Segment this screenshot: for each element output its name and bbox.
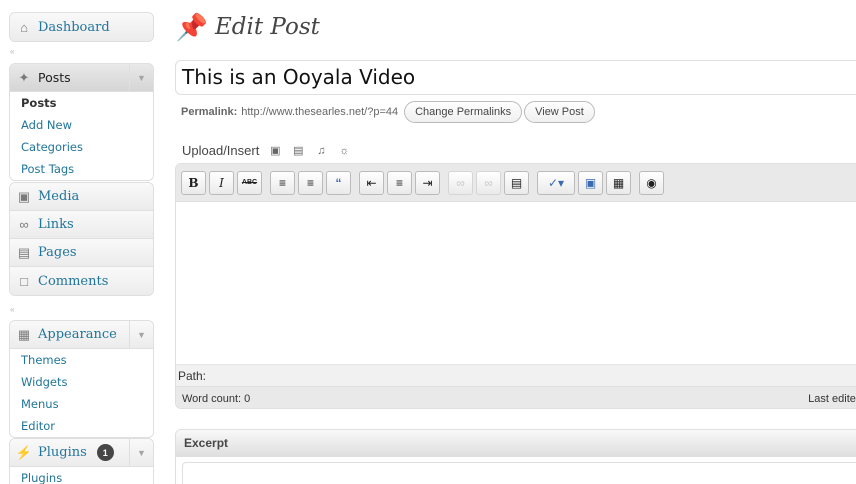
upload-insert-label: Upload/Insert	[182, 143, 260, 158]
menu-links[interactable]: ∞ Links	[10, 211, 153, 239]
menu-media-label: Media	[38, 189, 80, 204]
submenu-item-editor[interactable]: Editor	[10, 415, 153, 437]
menu-comments-label: Comments	[38, 273, 109, 289]
menu-appearance-head[interactable]: ▦ Appearance ▼	[10, 321, 153, 349]
menu-posts: ✦ Posts ▼ Posts Add New Categories Post …	[9, 63, 154, 181]
permalink-label: Permalink:	[181, 106, 238, 118]
view-post-button[interactable]: View Post	[524, 101, 595, 123]
submenu-item-add-new[interactable]: Add New	[10, 114, 153, 136]
ooyala-video-icon[interactable]: ◉	[639, 170, 664, 195]
add-media-icon[interactable]: ☼	[337, 144, 351, 158]
post-editor: B I ABC ≡ ≡ “ ⇤ ≡ ⇥ ∞ ∞ ▤ ✓▾ ▣ ▦ ◉ Path:…	[175, 163, 856, 409]
path-label: Path:	[178, 369, 207, 383]
update-count-badge: 1	[96, 444, 114, 461]
menu-pages[interactable]: ▤ Pages	[10, 239, 153, 267]
page-title: Edit Post	[215, 14, 320, 40]
menu-plugins-head[interactable]: ⚡ Plugins 1 ▼	[10, 439, 153, 467]
align-left-button[interactable]: ⇤	[359, 170, 384, 195]
word-count: Word count: 0	[182, 392, 251, 405]
submenu-item-categories[interactable]: Categories	[10, 136, 153, 158]
insert-more-tag-button[interactable]: ▤	[504, 170, 529, 195]
menu-dashboard[interactable]: ⌂ Dashboard	[9, 12, 154, 42]
menu-posts-head[interactable]: ✦ Posts ▼	[10, 64, 153, 92]
dashboard-icon: ⌂	[20, 19, 28, 35]
submenu-item-menus[interactable]: Menus	[10, 393, 153, 415]
menu-appearance: ▦ Appearance ▼ Themes Widgets Menus Edit…	[9, 320, 154, 438]
menu-dashboard-label: Dashboard	[38, 19, 110, 35]
add-video-icon[interactable]: ▤	[291, 144, 305, 158]
admin-sidebar: ⌂ Dashboard « ✦ Posts ▼ Posts Add New Ca…	[0, 0, 160, 484]
submenu-item-plugins[interactable]: Plugins	[10, 467, 153, 484]
menu-plugins-label: Plugins	[38, 445, 87, 460]
pushpin-icon: 📌	[175, 11, 209, 42]
menu-dashboard-head[interactable]: ⌂ Dashboard	[10, 13, 153, 41]
chevron-down-icon[interactable]: ▼	[129, 321, 153, 348]
italic-button[interactable]: I	[209, 170, 234, 195]
menu-media-links-pages-comments: ▣ Media ∞ Links ▤ Pages □ Comments	[9, 182, 154, 296]
appearance-submenu: Themes Widgets Menus Editor	[10, 349, 153, 437]
editor-content-area[interactable]	[176, 202, 856, 364]
unlink-button[interactable]: ∞	[476, 170, 501, 195]
insert-link-button[interactable]: ∞	[448, 170, 473, 195]
fullscreen-button[interactable]: ▣	[578, 170, 603, 195]
align-right-button[interactable]: ⇥	[415, 170, 440, 195]
change-permalinks-button[interactable]: Change Permalinks	[404, 101, 523, 123]
menu-appearance-label: Appearance	[38, 327, 117, 342]
menu-plugins: ⚡ Plugins 1 ▼ Plugins	[9, 438, 154, 484]
chevron-down-icon[interactable]: ▼	[129, 64, 153, 91]
link-icon: ∞	[19, 217, 29, 232]
posts-submenu: Posts Add New Categories Post Tags	[10, 92, 153, 180]
submenu-item-posts[interactable]: Posts	[10, 92, 153, 114]
page-header: 📌 Edit Post	[175, 10, 320, 44]
pages-icon: ▤	[17, 244, 31, 260]
excerpt-textarea[interactable]	[182, 462, 856, 484]
collapse-separator-2[interactable]: «	[10, 305, 15, 314]
pushpin-icon: ✦	[18, 69, 30, 85]
media-icon: ▣	[17, 188, 31, 204]
permalink-url: http://www.thesearles.net/?p=44	[241, 106, 399, 118]
bold-button[interactable]: B	[181, 170, 206, 195]
last-edited: Last edited	[808, 392, 856, 405]
spellcheck-button[interactable]: ✓▾	[537, 170, 575, 195]
post-title-input[interactable]: This is an Ooyala Video	[175, 60, 856, 95]
menu-posts-label: Posts	[38, 70, 71, 85]
menu-links-label: Links	[38, 217, 74, 232]
permalink-row: Permalink: http://www.thesearles.net/?p=…	[181, 101, 595, 123]
menu-media[interactable]: ▣ Media	[10, 183, 153, 211]
editor-status-bar: Word count: 0 Last edited	[176, 386, 856, 408]
menu-comments[interactable]: □ Comments	[10, 267, 153, 295]
strikethrough-button[interactable]: ABC	[237, 170, 262, 195]
plug-icon: ⚡	[15, 444, 33, 460]
comment-icon: □	[20, 273, 28, 289]
bullet-list-button[interactable]: ≡	[270, 170, 295, 195]
submenu-item-post-tags[interactable]: Post Tags	[10, 158, 153, 180]
collapse-separator[interactable]: «	[10, 47, 15, 56]
kitchen-sink-button[interactable]: ▦	[606, 170, 631, 195]
submenu-item-themes[interactable]: Themes	[10, 349, 153, 371]
chevron-down-icon[interactable]: ▼	[129, 439, 153, 466]
add-audio-icon[interactable]: ♫	[314, 144, 328, 158]
editor-path-bar: Path:	[176, 364, 856, 386]
plugins-submenu: Plugins	[10, 467, 153, 484]
menu-pages-label: Pages	[38, 245, 77, 260]
submenu-item-widgets[interactable]: Widgets	[10, 371, 153, 393]
numbered-list-button[interactable]: ≡	[298, 170, 323, 195]
excerpt-box: Excerpt	[175, 429, 856, 484]
appearance-icon: ▦	[17, 326, 31, 342]
blockquote-button[interactable]: “	[326, 170, 351, 195]
align-center-button[interactable]: ≡	[387, 170, 412, 195]
excerpt-title[interactable]: Excerpt	[176, 430, 856, 457]
editor-toolbar: B I ABC ≡ ≡ “ ⇤ ≡ ⇥ ∞ ∞ ▤ ✓▾ ▣ ▦ ◉	[176, 164, 856, 202]
upload-insert-row: Upload/Insert ▣ ▤ ♫ ☼	[182, 143, 351, 158]
add-image-icon[interactable]: ▣	[268, 144, 282, 158]
